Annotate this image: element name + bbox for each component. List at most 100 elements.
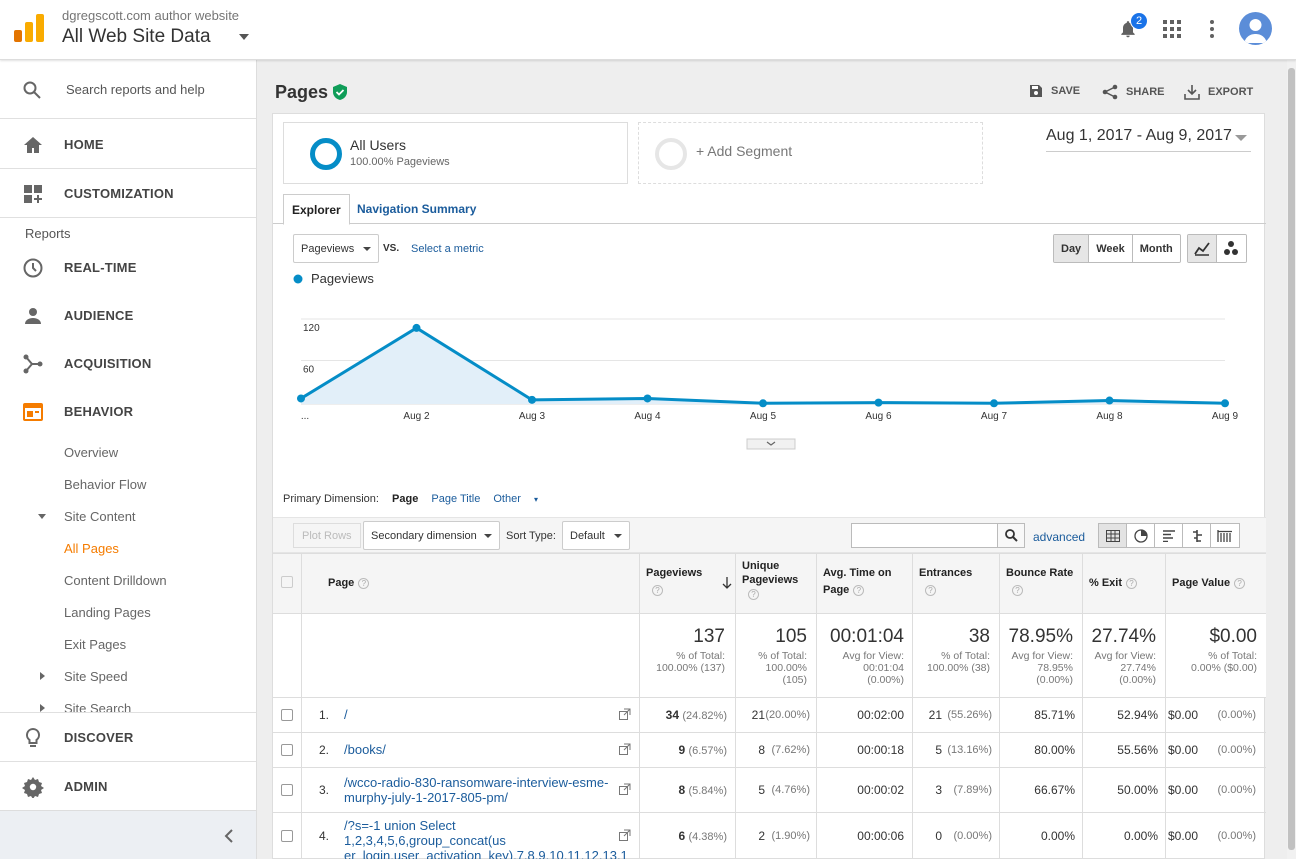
sidebar-item-behavior[interactable]: BEHAVIOR bbox=[0, 387, 256, 435]
month-button[interactable]: Month bbox=[1132, 235, 1180, 262]
header-page-value[interactable]: Page Value? bbox=[1172, 575, 1246, 592]
tab-explorer[interactable]: Explorer bbox=[283, 194, 350, 225]
sidebar-subitem-all-pages[interactable]: All Pages bbox=[64, 541, 119, 556]
expand-down-icon[interactable] bbox=[38, 514, 46, 519]
header-page[interactable]: Page? bbox=[328, 575, 370, 592]
open-link-icon[interactable] bbox=[619, 783, 631, 795]
share-button[interactable]: SHARE bbox=[1102, 84, 1165, 100]
sidebar-item-discover[interactable]: DISCOVER bbox=[0, 713, 256, 761]
table-search-button[interactable] bbox=[997, 523, 1025, 548]
row-checkbox[interactable] bbox=[281, 709, 293, 721]
cell-unique-pct: (7.62%) bbox=[771, 744, 810, 756]
account-avatar[interactable] bbox=[1239, 12, 1272, 45]
header-unique-pageviews[interactable]: Unique Pageviews? bbox=[742, 559, 798, 601]
sidebar-search[interactable]: Search reports and help bbox=[0, 60, 256, 119]
date-range-picker[interactable]: Aug 1, 2017 - Aug 9, 2017 bbox=[1046, 127, 1251, 152]
scrollbar-thumb[interactable] bbox=[1288, 68, 1295, 850]
select-metric-link[interactable]: Select a metric bbox=[411, 243, 484, 255]
analytics-logo-icon bbox=[14, 14, 44, 42]
sidebar-item-customization[interactable]: CUSTOMIZATION bbox=[0, 169, 256, 217]
row-checkbox[interactable] bbox=[281, 830, 293, 842]
header-entrances[interactable]: Entrances? bbox=[919, 565, 972, 599]
row-checkbox[interactable] bbox=[281, 744, 293, 756]
header-exit[interactable]: % Exit? bbox=[1089, 575, 1138, 592]
open-link-icon[interactable] bbox=[619, 708, 631, 720]
tab-navigation-summary[interactable]: Navigation Summary bbox=[349, 194, 484, 224]
apps-grid-icon[interactable] bbox=[1158, 15, 1186, 43]
header-pageviews[interactable]: Pageviews? bbox=[646, 565, 702, 599]
open-link-icon[interactable] bbox=[619, 743, 631, 755]
data-point[interactable] bbox=[297, 394, 305, 403]
page-path-link[interactable]: /books/ bbox=[344, 742, 612, 757]
table-search-input[interactable] bbox=[851, 523, 999, 548]
sidebar-item-realtime[interactable]: REAL-TIME bbox=[0, 243, 256, 291]
table-view-buttons bbox=[1098, 523, 1240, 548]
data-point[interactable] bbox=[874, 398, 883, 407]
sort-type-select[interactable]: Default bbox=[562, 521, 630, 550]
view-selector-caret-icon[interactable] bbox=[239, 34, 249, 40]
pie-view-icon[interactable] bbox=[1127, 524, 1155, 547]
help-icon: ? bbox=[358, 577, 370, 589]
data-point[interactable] bbox=[1105, 396, 1114, 405]
secondary-dimension-select[interactable]: Secondary dimension bbox=[363, 521, 500, 550]
data-point[interactable] bbox=[412, 323, 421, 332]
row-checkbox[interactable] bbox=[281, 784, 293, 796]
expand-right-icon[interactable] bbox=[40, 704, 45, 712]
pivot-view-icon[interactable] bbox=[1211, 524, 1239, 547]
header-bounce-rate[interactable]: Bounce Rate? bbox=[1006, 565, 1073, 599]
sidebar-item-acquisition[interactable]: ACQUISITION bbox=[0, 339, 256, 387]
page-path-link[interactable]: /wcco-radio-830-ransomware-interview-esm… bbox=[344, 775, 612, 805]
sidebar-subitem-content-drilldown[interactable]: Content Drilldown bbox=[64, 573, 167, 588]
data-point[interactable] bbox=[1221, 399, 1229, 408]
table-view-icon[interactable] bbox=[1099, 524, 1127, 547]
data-point[interactable] bbox=[643, 394, 652, 403]
pageviews-chart: Pageviews 120 60 ... Aug 2 Aug 3 Aug 4 Aug 5 A… bbox=[293, 271, 1239, 450]
sidebar-subitem-behavior-flow[interactable]: Behavior Flow bbox=[64, 477, 146, 492]
view-selector[interactable]: All Web Site Data bbox=[62, 26, 211, 48]
metric-select[interactable]: Pageviews bbox=[293, 234, 379, 263]
chevron-left-icon[interactable] bbox=[224, 829, 234, 843]
motion-chart-icon[interactable] bbox=[1217, 235, 1246, 262]
sidebar-subitem-site-speed[interactable]: Site Speed bbox=[64, 669, 128, 684]
sidebar-item-home[interactable]: HOME bbox=[0, 120, 256, 168]
dimension-page-title[interactable]: Page Title bbox=[431, 493, 480, 505]
more-vert-icon[interactable] bbox=[1198, 15, 1226, 43]
data-point[interactable] bbox=[528, 395, 536, 404]
chart-collapse-handle[interactable] bbox=[746, 438, 796, 450]
page-path-link[interactable]: /?s=-1 union Select 1,2,3,4,5,6,group_co… bbox=[344, 818, 628, 859]
expand-right-icon[interactable] bbox=[40, 672, 45, 680]
total-page-value: $0.00 bbox=[1209, 626, 1257, 647]
sidebar-item-admin[interactable]: ADMIN bbox=[0, 762, 256, 810]
advanced-filter-link[interactable]: advanced bbox=[1033, 530, 1085, 544]
export-button[interactable]: EXPORT bbox=[1184, 84, 1253, 100]
sort-desc-arrow-icon[interactable] bbox=[722, 577, 732, 589]
page-scrollbar[interactable] bbox=[1287, 60, 1296, 859]
comparison-view-icon[interactable] bbox=[1183, 524, 1211, 547]
save-button[interactable]: SAVE bbox=[1029, 84, 1080, 98]
add-segment-button[interactable]: + Add Segment bbox=[638, 122, 983, 184]
open-link-icon[interactable] bbox=[619, 829, 631, 841]
data-point[interactable] bbox=[759, 399, 767, 408]
day-button[interactable]: Day bbox=[1054, 235, 1090, 262]
segment-all-users[interactable]: All Users 100.00% Pageviews bbox=[283, 122, 628, 184]
dimension-other[interactable]: Other ▾ bbox=[493, 493, 548, 505]
line-chart-icon[interactable] bbox=[1188, 235, 1217, 262]
select-all-checkbox[interactable] bbox=[281, 576, 293, 588]
week-button[interactable]: Week bbox=[1089, 235, 1133, 262]
cell-page-value: $0.00 bbox=[1167, 708, 1198, 722]
sidebar-item-audience[interactable]: AUDIENCE bbox=[0, 291, 256, 339]
data-point[interactable] bbox=[990, 399, 998, 408]
dimension-page[interactable]: Page bbox=[392, 493, 418, 505]
page-title: Pages bbox=[275, 82, 329, 102]
performance-view-icon[interactable] bbox=[1155, 524, 1183, 547]
page-path-link[interactable]: / bbox=[344, 707, 612, 722]
header-avg-time[interactable]: Avg. Time on Page? bbox=[823, 565, 891, 599]
sidebar-subitem-landing-pages[interactable]: Landing Pages bbox=[64, 605, 151, 620]
plot-rows-button[interactable]: Plot Rows bbox=[293, 523, 361, 548]
sidebar-subitem-overview[interactable]: Overview bbox=[64, 445, 118, 460]
sidebar-subitem-site-content[interactable]: Site Content bbox=[64, 509, 136, 524]
sidebar-subitem-exit-pages[interactable]: Exit Pages bbox=[64, 637, 126, 652]
cell-exit: 55.56% bbox=[1117, 743, 1158, 757]
export-icon bbox=[1184, 85, 1200, 100]
sidebar-collapse-bar[interactable] bbox=[0, 810, 256, 859]
